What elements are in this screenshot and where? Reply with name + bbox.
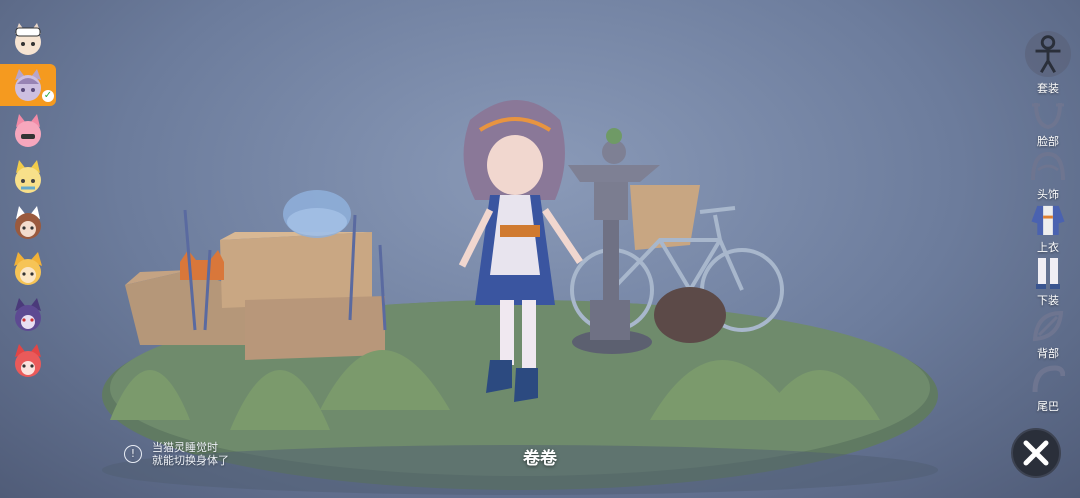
category-face[interactable]: 脸部 [1016, 96, 1080, 149]
category-tail[interactable]: 尾巴 [1016, 361, 1080, 414]
cat-avatar-pink-icon [15, 114, 41, 147]
category-label: 背部 [1037, 347, 1059, 360]
hint-line-1: 当猫灵睡觉时 [152, 441, 218, 454]
category-outfit-set[interactable]: 套装 [1016, 30, 1080, 96]
top-icon [1031, 205, 1065, 236]
character-item-7[interactable] [0, 294, 56, 336]
back-icon [1032, 311, 1064, 342]
category-headwear[interactable]: 头饰 [1016, 149, 1080, 202]
face-icon [1032, 102, 1064, 130]
cat-avatar-purple-icon [15, 298, 41, 331]
character-list: ✓ [0, 18, 72, 386]
close-button[interactable] [1011, 428, 1061, 478]
cat-avatar-orange-icon [14, 252, 42, 285]
cardboard-boxes [125, 232, 385, 360]
character-item-6[interactable] [0, 248, 56, 290]
character-item-2-selected[interactable]: ✓ [0, 64, 56, 106]
orange-cat-plush [180, 250, 224, 280]
character-item-4[interactable] [0, 156, 56, 198]
character-item-5[interactable] [0, 202, 56, 244]
character-item-8[interactable] [0, 340, 56, 382]
character-item-3[interactable] [0, 110, 56, 152]
hint-line-2: 就能切换身体了 [152, 454, 229, 467]
bottom-icon [1036, 258, 1060, 289]
character-item-1[interactable] [0, 18, 56, 60]
cat-avatar-lavender-icon [15, 69, 41, 101]
cat-avatar-brown-icon [15, 206, 41, 239]
selected-check-icon: ✓ [42, 90, 54, 102]
hint-text: 当猫灵睡觉时 就能切换身体了 [152, 441, 229, 467]
outfit-category-list: 套装 脸部 头饰 上衣 下装 背部 尾巴 [1016, 30, 1080, 414]
headwear-icon [1031, 152, 1065, 181]
category-label: 脸部 [1037, 135, 1059, 148]
category-top[interactable]: 上衣 [1016, 202, 1080, 255]
hint-message: ! 当猫灵睡觉时 就能切换身体了 [122, 441, 229, 467]
info-icon: ! [124, 445, 142, 463]
cat-avatar-white-cap-icon [15, 23, 41, 55]
category-bottom[interactable]: 下装 [1016, 255, 1080, 308]
outfit-set-icon [1024, 30, 1072, 78]
cat-avatar-red-icon [15, 344, 41, 377]
category-label: 尾巴 [1037, 400, 1059, 413]
tail-icon [1032, 365, 1065, 393]
cat-avatar-yellow-icon [15, 160, 41, 193]
category-label: 套装 [1037, 82, 1059, 95]
category-label: 下装 [1037, 294, 1059, 307]
category-label: 头饰 [1037, 188, 1059, 201]
category-label: 上衣 [1037, 241, 1059, 254]
category-back[interactable]: 背部 [1016, 308, 1080, 361]
game-scene [102, 100, 938, 495]
sack [654, 287, 726, 343]
character-name: 卷卷 [523, 449, 557, 469]
close-icon [1023, 440, 1049, 466]
